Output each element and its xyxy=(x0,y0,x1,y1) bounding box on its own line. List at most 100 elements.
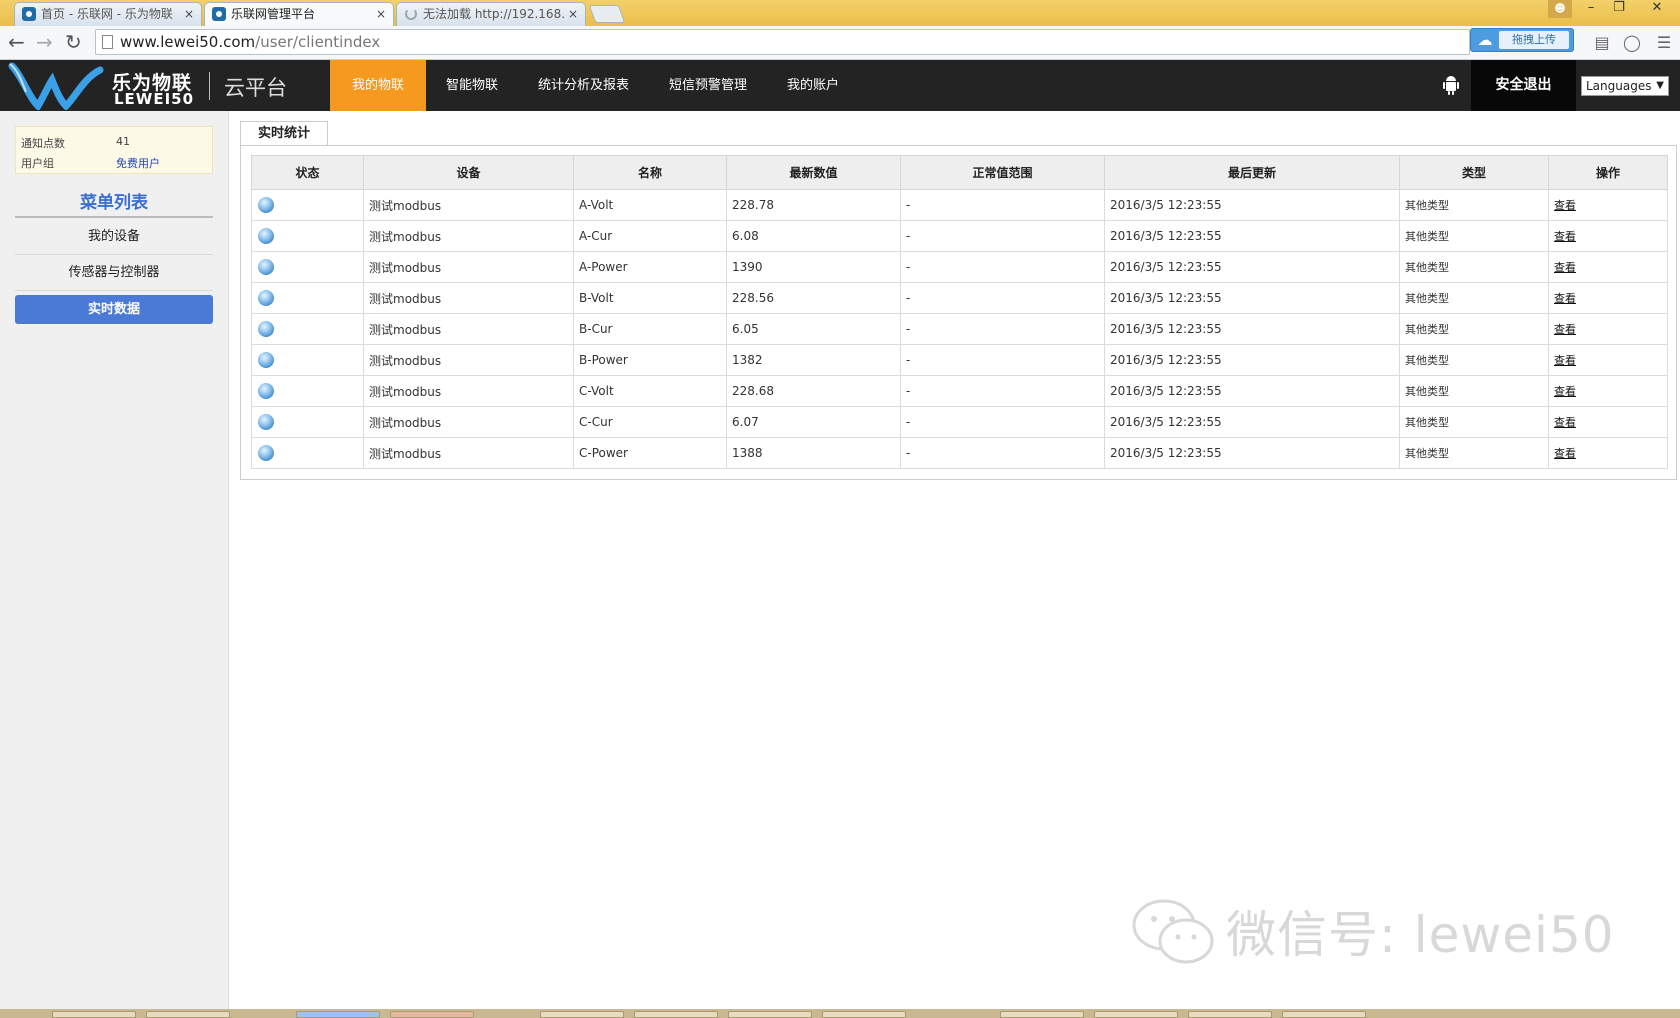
android-icon[interactable] xyxy=(1443,74,1459,96)
view-link[interactable]: 查看 xyxy=(1554,323,1576,336)
name-cell: C-Cur xyxy=(573,406,727,438)
view-link[interactable]: 查看 xyxy=(1554,292,1576,305)
type-cell: 其他类型 xyxy=(1399,313,1549,345)
value-cell: 1390 xyxy=(726,251,901,283)
value-cell: 228.56 xyxy=(726,282,901,314)
status-online-icon xyxy=(258,383,274,399)
browser-tab-platform[interactable]: 乐联网管理平台 × xyxy=(204,2,394,27)
range-cell: - xyxy=(900,220,1105,252)
updated-cell: 2016/3/5 12:23:55 xyxy=(1104,251,1400,283)
logout-button[interactable]: 安全退出 xyxy=(1471,60,1576,111)
menu-hamburger-icon[interactable]: ☰ xyxy=(1654,33,1674,53)
back-arrow-icon[interactable]: ← xyxy=(8,31,25,53)
status-online-icon xyxy=(258,414,274,430)
new-tab-button[interactable] xyxy=(588,5,626,23)
taskbar-button[interactable] xyxy=(728,1011,812,1018)
url-host: www.lewei50.com xyxy=(120,33,256,51)
name-cell: B-Power xyxy=(573,344,727,376)
value-cell: 228.68 xyxy=(726,375,901,407)
tab-realtime-stats[interactable]: 实时统计 xyxy=(240,121,328,146)
user-profile-icon[interactable]: ☻ xyxy=(1548,0,1572,18)
languages-label: Languages xyxy=(1586,79,1652,93)
view-link[interactable]: 查看 xyxy=(1554,199,1576,212)
status-online-icon xyxy=(258,197,274,213)
user-group-row: 用户组 免费用户 xyxy=(21,155,160,171)
close-tab-icon[interactable]: × xyxy=(184,3,194,25)
sidebar-item-realtime-data[interactable]: 实时数据 xyxy=(15,295,213,324)
forward-arrow-icon[interactable]: → xyxy=(36,31,53,53)
browser-tab-label: 乐联网管理平台 xyxy=(231,7,316,21)
taskbar-button[interactable] xyxy=(1282,1011,1366,1018)
nav-my-account[interactable]: 我的账户 xyxy=(767,60,859,111)
action-cell: 查看 xyxy=(1548,282,1668,314)
value-cell: 1388 xyxy=(726,437,901,469)
reload-icon[interactable]: ↻ xyxy=(65,31,82,53)
taskbar-button[interactable] xyxy=(1094,1011,1178,1018)
minimize-window-icon[interactable]: – xyxy=(1578,0,1604,18)
view-link[interactable]: 查看 xyxy=(1554,354,1576,367)
browser-tab-error[interactable]: 无法加载 http://192.168. × xyxy=(396,2,586,26)
menu-title: 菜单列表 xyxy=(80,193,148,213)
close-window-icon[interactable]: ✕ xyxy=(1644,0,1670,18)
device-cell: 测试modbus xyxy=(363,251,574,283)
site-header: 乐为物联 LEWEI50 云平台 我的物联 智能物联 统计分析及报表 短信预警管… xyxy=(0,60,1680,111)
restore-window-icon[interactable]: ❐ xyxy=(1606,0,1632,18)
nav-my-iot[interactable]: 我的物联 xyxy=(330,60,426,111)
browser-tab-home[interactable]: 首页 - 乐联网 - 乐为物联 × xyxy=(14,2,202,26)
device-cell: 测试modbus xyxy=(363,406,574,438)
column-header-type: 类型 xyxy=(1399,155,1549,190)
taskbar-button[interactable] xyxy=(1000,1011,1084,1018)
taskbar-button[interactable] xyxy=(1188,1011,1272,1018)
taskbar-button[interactable] xyxy=(634,1011,718,1018)
action-cell: 查看 xyxy=(1548,313,1668,345)
table-row: 测试modbus B-Power 1382-2016/3/5 12:23:55 其他类… xyxy=(251,344,1668,376)
taskbar-button[interactable] xyxy=(146,1011,230,1018)
taskbar-button[interactable] xyxy=(390,1011,474,1018)
sidebar-item-sensors-controllers[interactable]: 传感器与控制器 xyxy=(15,255,213,291)
view-link[interactable]: 查看 xyxy=(1554,261,1576,274)
account-info-box: 通知点数 41 用户组 免费用户 xyxy=(15,126,213,174)
nav-statistics-reports[interactable]: 统计分析及报表 xyxy=(518,60,649,111)
notify-points-value: 41 xyxy=(116,135,130,148)
view-link[interactable]: 查看 xyxy=(1554,230,1576,243)
user-group-link[interactable]: 免费用户 xyxy=(116,155,160,171)
address-bar[interactable]: www.lewei50.com/user/clientindex xyxy=(95,29,1470,55)
taskbar-button[interactable] xyxy=(540,1011,624,1018)
taskbar-button[interactable] xyxy=(822,1011,906,1018)
realtime-data-table: 状态 设备 名称 最新数值 正常值范围 最后更新 类型 操作 测试modbus A… xyxy=(251,155,1668,469)
close-tab-icon[interactable]: × xyxy=(568,3,578,25)
nav-sms-alerts[interactable]: 短信预警管理 xyxy=(649,60,767,111)
type-cell: 其他类型 xyxy=(1399,220,1549,252)
drag-upload-button[interactable]: ☁ 拖拽上传 xyxy=(1470,28,1574,52)
taskbar-button[interactable] xyxy=(52,1011,136,1018)
column-header-name: 名称 xyxy=(573,155,727,190)
view-link[interactable]: 查看 xyxy=(1554,416,1576,429)
type-cell: 其他类型 xyxy=(1399,406,1549,438)
updated-cell: 2016/3/5 12:23:55 xyxy=(1104,344,1400,376)
page-icon xyxy=(102,35,113,49)
circle-extension-icon[interactable]: ◯ xyxy=(1622,33,1642,53)
site-favicon-icon xyxy=(212,7,226,21)
column-header-latest-value: 最新数值 xyxy=(726,155,901,190)
loading-spinner-icon xyxy=(405,8,417,20)
table-header-row: 状态 设备 名称 最新数值 正常值范围 最后更新 类型 操作 xyxy=(251,155,1668,190)
updated-cell: 2016/3/5 12:23:55 xyxy=(1104,406,1400,438)
status-cell xyxy=(251,220,364,252)
table-row: 测试modbus A-Power 1390-2016/3/5 12:23:55 其他类… xyxy=(251,251,1668,283)
name-cell: A-Volt xyxy=(573,189,727,221)
view-link[interactable]: 查看 xyxy=(1554,385,1576,398)
action-cell: 查看 xyxy=(1548,375,1668,407)
dropdown-arrow-icon: ▼ xyxy=(1656,80,1664,91)
taskbar-button[interactable] xyxy=(296,1011,380,1018)
action-cell: 查看 xyxy=(1548,344,1668,376)
updated-cell: 2016/3/5 12:23:55 xyxy=(1104,437,1400,469)
name-cell: C-Volt xyxy=(573,375,727,407)
value-cell: 6.05 xyxy=(726,313,901,345)
column-header-action: 操作 xyxy=(1548,155,1668,190)
extension-icon[interactable]: ▤ xyxy=(1592,33,1612,53)
sidebar-item-my-devices[interactable]: 我的设备 xyxy=(15,219,213,255)
close-tab-icon[interactable]: × xyxy=(376,3,386,25)
nav-smart-iot[interactable]: 智能物联 xyxy=(426,60,518,111)
languages-select[interactable]: Languages ▼ xyxy=(1581,76,1669,96)
view-link[interactable]: 查看 xyxy=(1554,447,1576,460)
